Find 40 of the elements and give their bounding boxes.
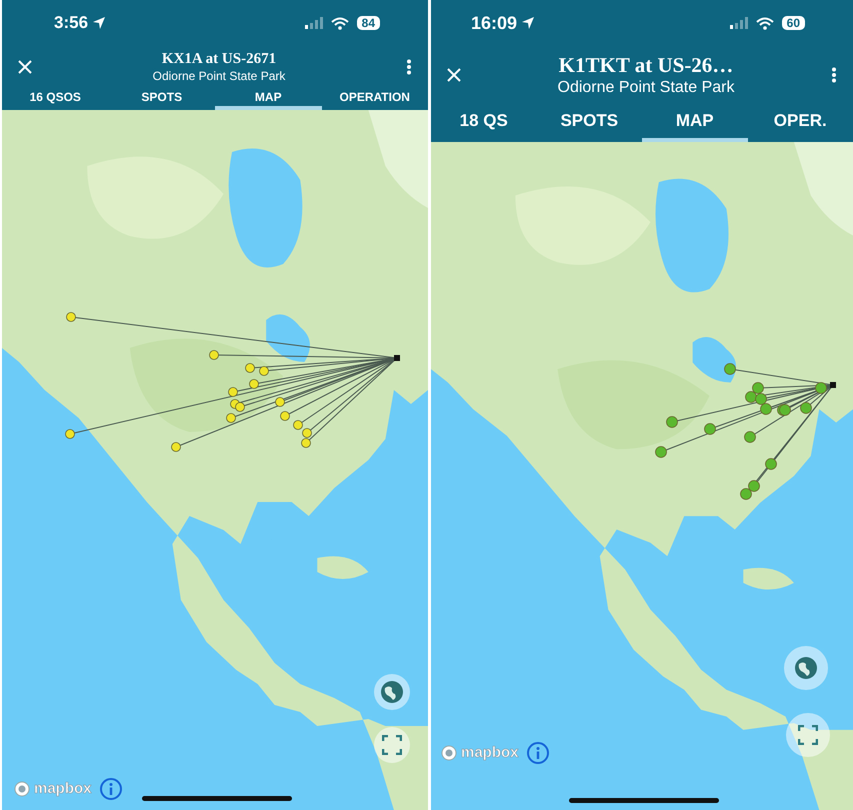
tab[interactable]: SPOTS (536, 104, 642, 142)
fullscreen-button[interactable] (374, 727, 410, 763)
screen-title: KX1A at US-2671 (162, 50, 276, 69)
signal-icon (304, 17, 323, 29)
tab[interactable]: 16 QSOS (2, 88, 108, 110)
battery-level: 84 (356, 16, 380, 30)
tab[interactable]: OPERATION (322, 88, 428, 110)
info-icon (536, 747, 540, 760)
fullscreen-icon (382, 735, 402, 755)
clock-time: 3:56 (54, 12, 88, 34)
screen-title: K1TKT at US-26… (558, 52, 734, 78)
close-icon (447, 68, 461, 82)
wifi-icon (756, 16, 774, 30)
tab[interactable]: 18 QS (431, 104, 536, 142)
map-attribution: mapbox (461, 743, 519, 763)
tab[interactable]: OPER. (748, 104, 853, 142)
screen-subtitle: Odiorne Point State Park (558, 78, 734, 98)
info-button[interactable] (100, 778, 122, 800)
tab[interactable]: SPOTS (108, 88, 215, 110)
mapbox-logo-icon (14, 781, 30, 798)
close-icon (18, 60, 32, 74)
globe-icon (380, 680, 404, 704)
clock-time: 16:09 (471, 12, 518, 34)
map-attribution: mapbox (34, 779, 92, 799)
location-arrow-icon (521, 16, 536, 30)
globe-button[interactable] (784, 646, 828, 690)
info-icon (108, 783, 113, 796)
more-menu-icon (830, 67, 837, 83)
location-arrow-icon (92, 16, 106, 30)
wifi-icon (330, 16, 349, 30)
fullscreen-button[interactable] (786, 713, 830, 757)
signal-icon (730, 17, 748, 29)
mapbox-logo-icon (441, 745, 457, 762)
fullscreen-icon (798, 725, 818, 745)
screen-subtitle: Odiorne Point State Park (152, 68, 286, 84)
more-menu-icon (406, 59, 412, 75)
globe-icon (794, 656, 818, 680)
info-button[interactable] (526, 742, 549, 764)
battery-level: 60 (782, 16, 805, 30)
globe-button[interactable] (374, 674, 410, 710)
